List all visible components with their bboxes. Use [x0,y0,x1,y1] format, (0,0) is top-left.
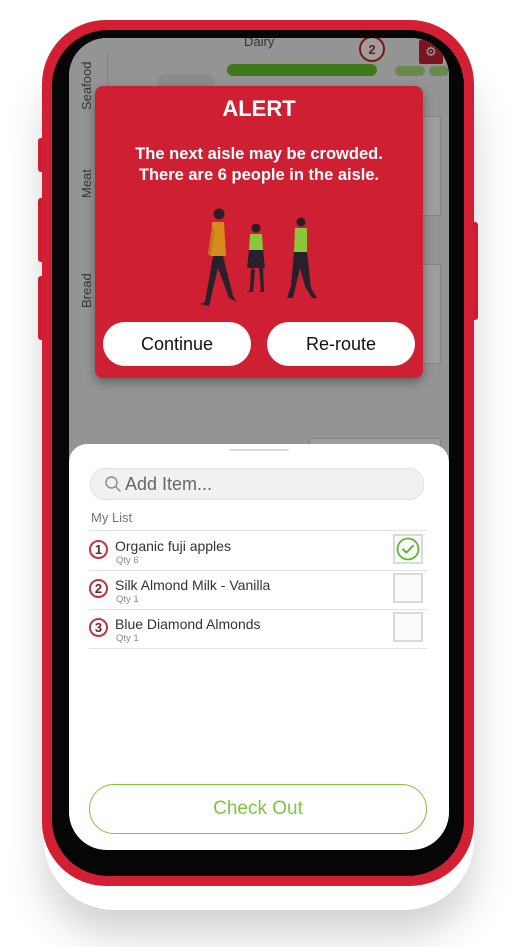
people-walking-illustration [200,208,317,306]
item-name: Blue Diamond Almonds [115,616,261,632]
list-item[interactable]: 2 Silk Almond Milk - Vanilla Qty 1 [89,571,427,610]
item-qty: Qty 6 [116,555,139,566]
shopping-list-sheet: My List 1 Organic fuji apples Qty 6 2 Si… [69,444,449,850]
item-checkbox[interactable] [393,612,423,642]
divider [89,530,427,531]
alert-title: ALERT [222,96,296,121]
add-item-input[interactable] [125,473,405,495]
item-qty: Qty 1 [116,633,139,644]
search-icon [105,476,121,492]
checkout-button[interactable]: Check Out [89,784,427,834]
item-number-badge: 2 [89,579,108,598]
continue-button[interactable]: Continue [103,322,251,366]
reroute-button[interactable]: Re-route [267,322,415,366]
add-item-search-bar[interactable] [90,468,424,500]
list-item[interactable]: 1 Organic fuji apples Qty 6 [89,532,427,571]
item-number-badge: 1 [89,540,108,559]
list-title: My List [91,510,133,525]
item-number-badge: 3 [89,618,108,637]
sheet-drag-handle[interactable] [229,449,289,451]
item-name: Organic fuji apples [115,538,231,554]
list-item[interactable]: 3 Blue Diamond Almonds Qty 1 [89,610,427,649]
item-checkbox[interactable] [393,534,423,564]
alert-message: The next aisle may be crowded. There are… [105,144,413,186]
item-qty: Qty 1 [116,594,139,605]
check-circle-icon [396,537,420,561]
item-name: Silk Almond Milk - Vanilla [115,577,271,593]
alert-message-line: The next aisle may be crowded. [135,145,383,163]
item-checkbox[interactable] [393,573,423,603]
app-screen: Seafood Meat Bread Dairy 2 ⚙ ALERT The n… [69,38,449,850]
alert-message-line: There are 6 people in the aisle. [138,166,380,184]
crowd-alert-dialog: ALERT The next aisle may be crowded. The… [95,86,423,378]
